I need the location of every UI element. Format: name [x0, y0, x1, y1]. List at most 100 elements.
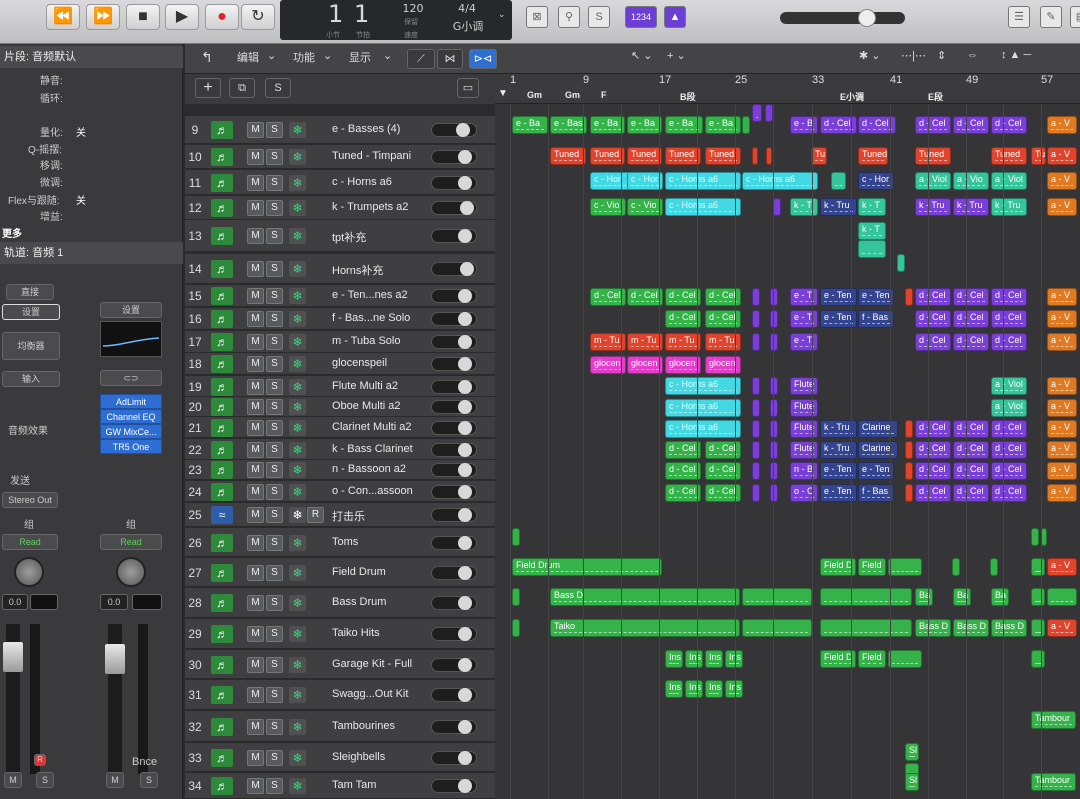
master-volume-knob[interactable]	[858, 9, 876, 27]
track-row[interactable]: 17 ♬ M S ❄ m - Tuba Solo	[185, 331, 495, 353]
instrument-icon[interactable]: ♬	[211, 148, 233, 166]
midi-region[interactable]	[770, 399, 778, 417]
track-volume-slider[interactable]	[431, 421, 477, 435]
record-button[interactable]: ●	[205, 4, 239, 30]
track-volume-slider[interactable]	[431, 779, 477, 793]
track-name[interactable]: Garage Kit - Full	[332, 658, 432, 670]
midi-region[interactable]: Tuned	[665, 147, 701, 165]
freeze-icon[interactable]: ❄	[289, 334, 306, 350]
track-row[interactable]: 22 ♬ M S ❄ k - Bass Clarinet	[185, 439, 495, 460]
flex-value[interactable]: 关	[76, 192, 86, 207]
midi-region[interactable]: k - Tru	[953, 198, 989, 216]
midi-region[interactable]: Flute	[790, 441, 818, 459]
midi-region[interactable]	[752, 420, 760, 438]
midi-region[interactable]: d - Cel	[665, 310, 701, 328]
track-name[interactable]: Tam Tam	[332, 779, 432, 791]
midi-region[interactable]: d - Cel	[915, 288, 951, 306]
notepad-icon[interactable]: ✎	[1040, 6, 1062, 28]
midi-region[interactable]: glocen	[665, 356, 701, 374]
track-volume-slider[interactable]	[431, 485, 477, 499]
midi-region[interactable]	[1031, 588, 1045, 606]
track-row[interactable]: 19 ♬ M S ❄ Flute Multi a2	[185, 376, 495, 397]
mute-button[interactable]: M	[247, 507, 264, 523]
midi-region[interactable]: Ba	[915, 588, 933, 606]
midi-region[interactable]: a - V	[1047, 310, 1077, 328]
midi-region[interactable]: Ba	[991, 588, 1009, 606]
midi-region[interactable]: a - V	[1047, 420, 1077, 438]
setting-button-2[interactable]: 设置	[100, 302, 162, 318]
midi-region[interactable]	[512, 528, 520, 546]
browser-icon[interactable]: ▤	[1070, 6, 1080, 28]
midi-region[interactable]	[770, 420, 778, 438]
instrument-icon[interactable]: ♬	[211, 287, 233, 305]
midi-region[interactable]: k - T	[858, 198, 886, 216]
midi-region[interactable]: d - Cel	[915, 462, 951, 480]
midi-region[interactable]: Tuned	[915, 147, 951, 165]
freeze-icon[interactable]: ❄	[289, 719, 306, 735]
instrument-icon[interactable]: ♬	[211, 398, 233, 416]
mute-button[interactable]: M	[247, 379, 264, 395]
track-row[interactable]: 11 ♬ M S ❄ c - Horns a6	[185, 170, 495, 195]
midi-region[interactable]	[512, 619, 520, 637]
midi-region[interactable]: d - Cel	[991, 310, 1027, 328]
section-marker[interactable]: Gm	[527, 90, 542, 100]
add-track-button[interactable]: +	[195, 78, 221, 98]
track-volume-knob[interactable]	[458, 751, 472, 765]
mute-button[interactable]: M	[247, 687, 264, 703]
midi-region[interactable]: f - Bas	[858, 310, 894, 328]
metronome-icon[interactable]: ▲	[664, 6, 686, 28]
mute-button[interactable]: M	[247, 122, 264, 138]
midi-region[interactable]: c - Hor	[627, 172, 663, 190]
midi-region[interactable]: e - T	[790, 333, 818, 351]
midi-region[interactable]: d - Cel	[953, 310, 989, 328]
pan-knob-2[interactable]	[116, 557, 146, 587]
mute-button[interactable]: M	[247, 261, 264, 277]
midi-region[interactable]: d - Cel	[953, 484, 989, 502]
track-row[interactable]: 29 ♬ M S ❄ Taiko Hits	[185, 619, 495, 649]
list-editors-icon[interactable]: ☰	[1008, 6, 1030, 28]
instrument-icon[interactable]: ♬	[211, 419, 233, 437]
catch-icon[interactable]: ⊳⊲	[469, 49, 497, 69]
midi-region[interactable]	[752, 310, 760, 328]
midi-region[interactable]	[1047, 588, 1077, 606]
midi-region[interactable]: Field	[858, 558, 886, 576]
midi-region[interactable]: Tuned	[858, 147, 888, 165]
midi-region[interactable]	[766, 147, 772, 165]
track-volume-knob[interactable]	[458, 627, 472, 641]
midi-region[interactable]	[752, 399, 760, 417]
track-volume-slider[interactable]	[431, 357, 477, 371]
zoom-slider[interactable]: ↕ ▲ ─	[1001, 49, 1031, 61]
midi-region[interactable]: Ins	[685, 680, 703, 698]
midi-region[interactable]: d - Cel	[915, 484, 951, 502]
midi-region[interactable]: c - Horns a6	[742, 172, 818, 190]
track-volume-knob[interactable]	[458, 380, 472, 394]
track-row[interactable]: 18 ♬ M S ❄ glocenspeil	[185, 353, 495, 375]
timeline-ruler[interactable]: 1 9 17 25 33 41 49 57 Gm Gm F B段 E小调 E段 ▼	[495, 74, 1080, 104]
midi-region[interactable]	[1031, 558, 1045, 576]
track-volume-slider[interactable]	[431, 201, 477, 215]
mute-button[interactable]: M	[247, 778, 264, 794]
solo-button[interactable]: S	[266, 288, 283, 304]
track-volume-knob[interactable]	[458, 485, 472, 499]
midi-region[interactable]: d - Cel	[991, 288, 1027, 306]
track-row[interactable]: 30 ♬ M S ❄ Garage Kit - Full	[185, 650, 495, 679]
track-row[interactable]: 32 ♬ M S ❄ Tambourines	[185, 711, 495, 742]
midi-region[interactable]: d - Cel	[991, 420, 1027, 438]
midi-region[interactable]: Tuned	[590, 147, 625, 165]
section-marker[interactable]: E小调	[840, 90, 864, 103]
rewind-button[interactable]: ⏪	[46, 4, 80, 30]
track-volume-slider[interactable]	[431, 658, 477, 672]
solo-button[interactable]: S	[266, 462, 283, 478]
midi-region[interactable]: a - Viol	[991, 172, 1027, 190]
midi-region[interactable]: Ins	[685, 650, 703, 668]
track-volume-knob[interactable]	[458, 176, 472, 190]
mute-button[interactable]: M	[247, 462, 264, 478]
midi-region[interactable]: Taiko	[550, 619, 740, 637]
instrument-icon[interactable]: ♬	[211, 333, 233, 351]
midi-region[interactable]	[888, 558, 922, 576]
track-row[interactable]: 15 ♬ M S ❄ e - Ten...nes a2	[185, 285, 495, 307]
midi-region[interactable]	[952, 558, 960, 576]
midi-region[interactable]: Tuned	[991, 147, 1027, 165]
direct-button[interactable]: 直接	[6, 284, 54, 300]
midi-region[interactable]	[990, 558, 998, 576]
